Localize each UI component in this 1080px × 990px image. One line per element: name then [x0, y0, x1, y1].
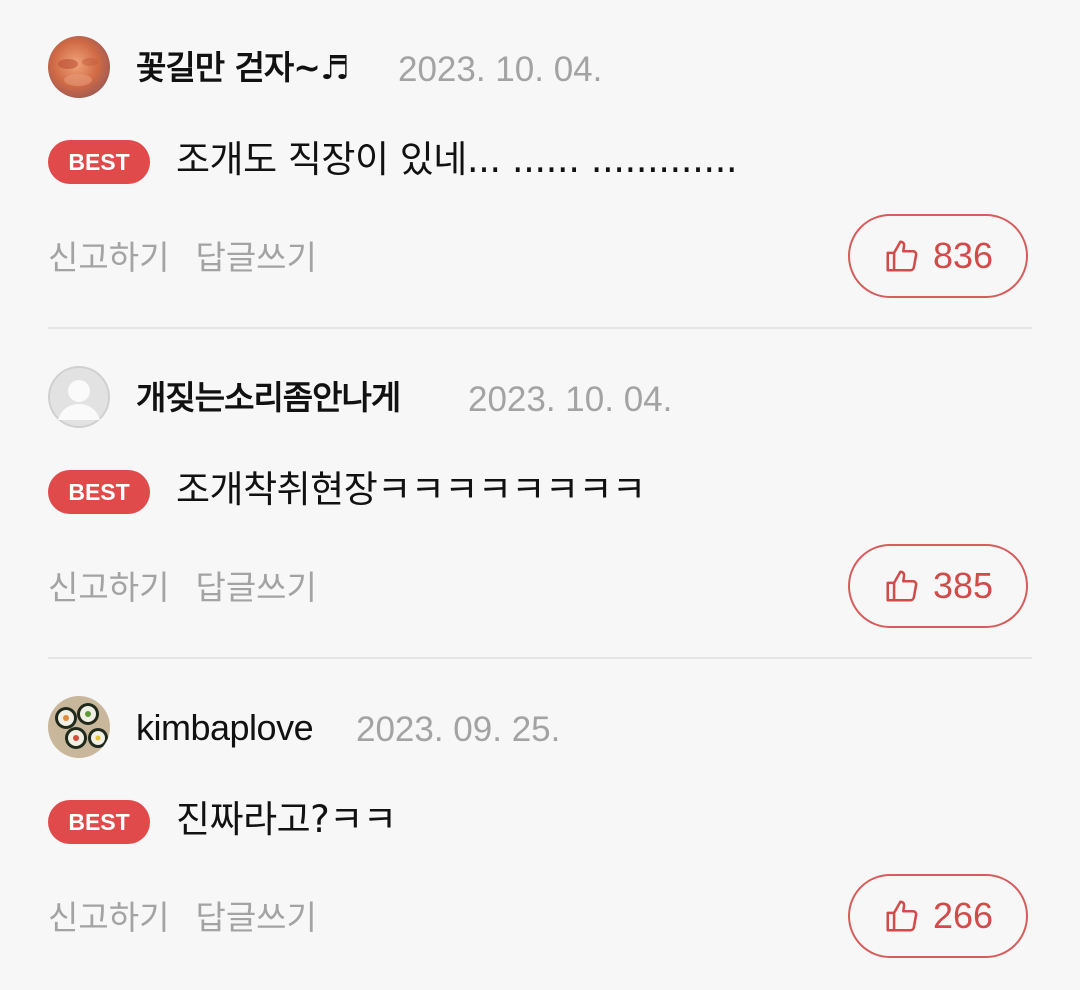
default-user-icon [48, 366, 110, 428]
best-badge: BEST [48, 800, 150, 844]
divider [48, 657, 1032, 659]
comment-actions: 신고하기 답글쓰기 [48, 896, 317, 940]
report-button[interactable]: 신고하기 [48, 898, 169, 937]
reply-button[interactable]: 답글쓰기 [195, 568, 316, 607]
reply-button[interactable]: 답글쓰기 [195, 898, 316, 937]
comment-item: kimbaplove 2023. 09. 25. BEST 진짜라고?ㅋㅋ 신고… [0, 660, 1080, 990]
best-badge: BEST [48, 140, 150, 184]
best-badge: BEST [48, 470, 150, 514]
comment-date: 2023. 10. 04. [398, 50, 603, 89]
report-button[interactable]: 신고하기 [48, 238, 169, 277]
comment-actions: 신고하기 답글쓰기 [48, 236, 317, 280]
username[interactable]: 꽃길만 걷자~♬ [136, 46, 350, 90]
thumbs-up-icon [886, 900, 918, 932]
profile-photo-face-icon [48, 36, 110, 98]
comment-item: 개짖는소리좀안나게 2023. 10. 04. BEST 조개착취현장ㅋㅋㅋㅋㅋ… [0, 330, 1080, 660]
user-avatar[interactable] [48, 366, 110, 428]
username[interactable]: 개짖는소리좀안나게 [136, 376, 401, 420]
comment-date: 2023. 10. 04. [468, 380, 673, 419]
thumbs-up-icon [886, 570, 918, 602]
thumbs-up-icon [886, 240, 918, 272]
user-avatar[interactable] [48, 696, 110, 758]
kimbap-photo-icon [48, 696, 110, 758]
comment-date: 2023. 09. 25. [356, 710, 561, 749]
like-button[interactable]: 836 [848, 214, 1028, 298]
comment-text: 조개도 직장이 있네... ...... ............. [176, 138, 738, 181]
reply-button[interactable]: 답글쓰기 [195, 238, 316, 277]
like-count: 836 [932, 235, 994, 276]
report-button[interactable]: 신고하기 [48, 568, 169, 607]
comment-item: 꽃길만 걷자~♬ 2023. 10. 04. BEST 조개도 직장이 있네..… [0, 0, 1080, 330]
like-button[interactable]: 266 [848, 874, 1028, 958]
divider [48, 327, 1032, 329]
comment-text: 조개착취현장ㅋㅋㅋㅋㅋㅋㅋㅋ [176, 468, 646, 511]
username[interactable]: kimbaplove [136, 706, 314, 750]
like-count: 266 [932, 895, 994, 936]
like-button[interactable]: 385 [848, 544, 1028, 628]
user-avatar[interactable] [48, 36, 110, 98]
comment-text: 진짜라고?ㅋㅋ [176, 798, 397, 841]
comment-actions: 신고하기 답글쓰기 [48, 566, 317, 610]
like-count: 385 [932, 565, 994, 606]
